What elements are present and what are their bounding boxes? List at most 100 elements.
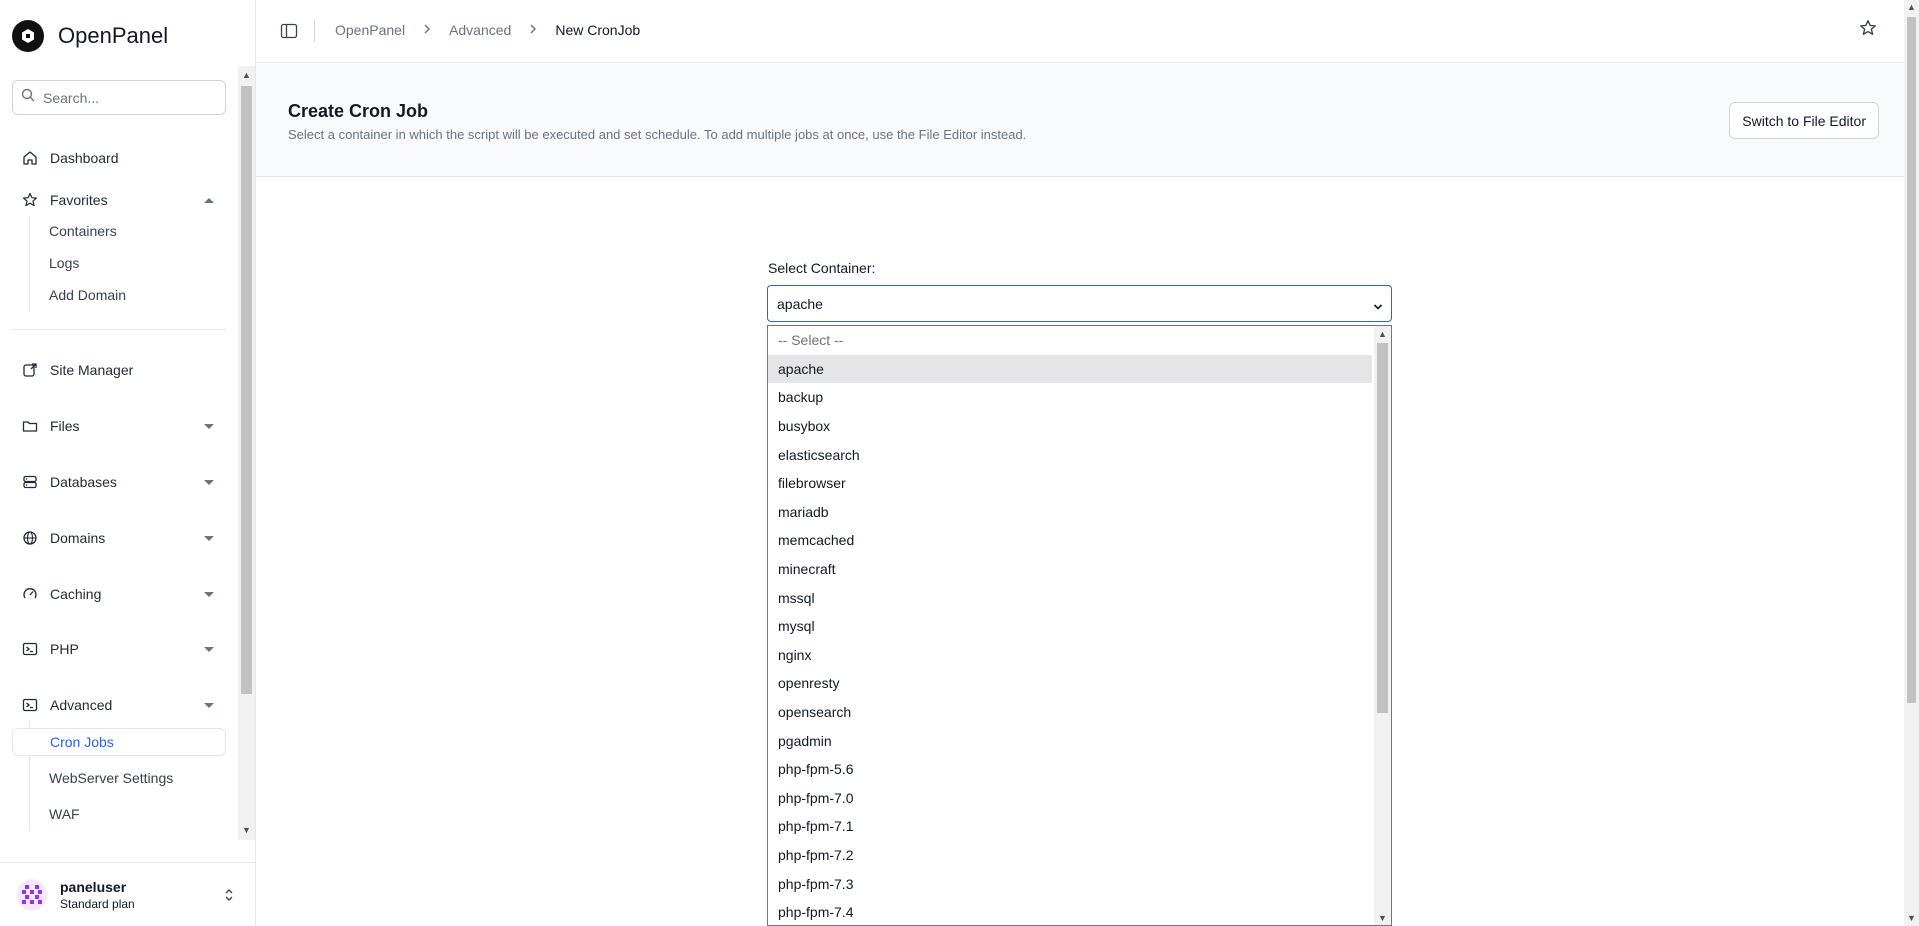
scroll-down-arrow-icon[interactable]: ▼ [242, 826, 251, 835]
chevron-up-icon [204, 197, 214, 203]
dropdown-scrollbar-thumb[interactable] [1377, 343, 1388, 713]
breadcrumb: OpenPanel Advanced New CronJob [335, 22, 640, 38]
scroll-up-arrow-icon[interactable]: ▲ [242, 71, 251, 80]
sidebar-scrollbar[interactable]: ▲ ▼ [238, 66, 255, 840]
dropdown-option[interactable]: busybox [768, 412, 1372, 441]
sidebar-item-label: PHP [50, 641, 79, 657]
dropdown-option[interactable]: pgadmin [768, 726, 1372, 755]
chevron-down-icon [204, 646, 214, 652]
site-manager-icon [20, 360, 40, 380]
sidebar-item-cron-jobs[interactable]: Cron Jobs [12, 728, 226, 756]
topbar: OpenPanel Advanced New CronJob [256, 0, 1904, 63]
sidebar-nav: Dashboard Favorites Containers Logs Add … [0, 134, 238, 840]
dropdown-option[interactable]: php-fpm-7.0 [768, 784, 1372, 813]
dropdown-scrollbar[interactable]: ▲ ▼ [1374, 326, 1391, 925]
page-header: Create Cron Job Select a container in wh… [256, 64, 1904, 177]
favorite-star-icon[interactable] [1859, 19, 1879, 39]
avatar [16, 878, 48, 911]
chevron-down-icon [204, 702, 214, 708]
search-field[interactable] [12, 80, 226, 115]
scroll-up-arrow-icon[interactable]: ▲ [1378, 329, 1387, 339]
scroll-down-arrow-icon[interactable]: ▼ [1378, 913, 1387, 923]
sidebar-item-add-domain[interactable]: Add Domain [37, 281, 226, 309]
switch-to-file-editor-button[interactable]: Switch to File Editor [1729, 102, 1879, 139]
page-scrollbar[interactable]: ▲ ▼ [1904, 0, 1919, 926]
sidebar-toggle-icon[interactable] [280, 22, 298, 40]
sidebar-item-caching[interactable]: Caching [12, 579, 226, 609]
sidebar-item-site-manager[interactable]: Site Manager [12, 355, 226, 385]
dropdown-option[interactable]: filebrowser [768, 469, 1372, 498]
submenu-line [29, 216, 30, 312]
sidebar-item-dashboard[interactable]: Dashboard [12, 143, 226, 173]
dropdown-option[interactable]: nginx [768, 641, 1372, 670]
breadcrumb-openpanel[interactable]: OpenPanel [335, 22, 405, 38]
star-icon [20, 190, 40, 210]
sidebar-item-label: Dashboard [50, 150, 119, 166]
dropdown-option[interactable]: minecraft [768, 555, 1372, 584]
database-icon [20, 472, 40, 492]
dropdown-option[interactable]: elasticsearch [768, 440, 1372, 469]
user-plan: Standard plan [60, 896, 135, 911]
chevron-up-down-icon[interactable] [223, 887, 235, 908]
sidebar-item-domains[interactable]: Domains [12, 523, 226, 553]
dropdown-options: -- Select -- apache backup busybox elasticse… [768, 326, 1372, 925]
dropdown-option[interactable]: php-fpm-5.6 [768, 755, 1372, 784]
dropdown-option[interactable]: mariadb [768, 498, 1372, 527]
folder-icon [20, 416, 40, 436]
sidebar-item-label: Databases [50, 474, 117, 490]
container-select[interactable]: apache [767, 285, 1392, 322]
sidebar-item-label: Advanced [50, 697, 113, 713]
terminal-icon [20, 639, 40, 659]
chevron-down-icon [204, 479, 214, 485]
gauge-icon [20, 584, 40, 604]
search-input[interactable] [43, 89, 213, 106]
chevron-right-icon [529, 22, 537, 38]
dropdown-option[interactable]: php-fpm-7.4 [768, 898, 1372, 925]
sidebar-divider [12, 329, 226, 330]
dropdown-option[interactable]: apache [768, 354, 1372, 384]
user-name: paneluser [60, 878, 127, 895]
topbar-divider [314, 20, 315, 42]
home-icon [20, 148, 40, 168]
chevron-down-icon [204, 423, 214, 429]
sidebar-item-label: Files [50, 418, 80, 434]
sidebar-item-files[interactable]: Files [12, 411, 226, 441]
sidebar-item-advanced[interactable]: Advanced [12, 690, 226, 720]
user-menu[interactable]: paneluser Standard plan [0, 862, 255, 926]
sidebar: OpenPanel Dashboard Favorites Containers… [0, 0, 256, 926]
dropdown-option[interactable]: php-fpm-7.1 [768, 812, 1372, 841]
dropdown-option[interactable]: backup [768, 383, 1372, 412]
sidebar-scrollbar-thumb[interactable] [241, 86, 252, 694]
brand[interactable]: OpenPanel [12, 16, 168, 56]
brand-name: OpenPanel [58, 23, 169, 48]
page-description: Select a container in which the script w… [288, 127, 1027, 142]
sidebar-item-databases[interactable]: Databases [12, 467, 226, 497]
sidebar-item-favorites[interactable]: Favorites [12, 185, 226, 215]
breadcrumb-current: New CronJob [555, 22, 641, 38]
sidebar-item-label: Site Manager [50, 362, 134, 378]
dropdown-option[interactable]: mssql [768, 583, 1372, 612]
dropdown-option[interactable]: php-fpm-7.2 [768, 841, 1372, 870]
chevron-down-icon [204, 591, 214, 597]
chevron-right-icon [423, 22, 431, 38]
dropdown-option[interactable]: mysql [768, 612, 1372, 641]
sidebar-item-label: Caching [50, 586, 102, 602]
sidebar-item-webserver-settings[interactable]: WebServer Settings [37, 764, 226, 792]
dropdown-option[interactable]: -- Select -- [768, 326, 1372, 355]
sidebar-item-php[interactable]: PHP [12, 634, 226, 664]
page-scrollbar-thumb[interactable] [1907, 17, 1916, 703]
dropdown-option[interactable]: opensearch [768, 698, 1372, 727]
dropdown-option[interactable]: memcached [768, 526, 1372, 555]
scroll-down-arrow-icon[interactable]: ▼ [1907, 914, 1916, 923]
sidebar-item-logs[interactable]: Logs [37, 249, 226, 277]
select-container-label: Select Container: [768, 260, 876, 276]
scroll-up-arrow-icon[interactable]: ▲ [1907, 3, 1916, 12]
globe-icon [20, 528, 40, 548]
sidebar-item-waf[interactable]: WAF [37, 800, 226, 828]
dropdown-option[interactable]: php-fpm-7.3 [768, 869, 1372, 898]
container-dropdown-list[interactable]: -- Select -- apache backup busybox elasticse… [767, 325, 1392, 926]
breadcrumb-advanced[interactable]: Advanced [449, 22, 511, 38]
sidebar-item-label: Domains [50, 530, 106, 546]
dropdown-option[interactable]: openresty [768, 669, 1372, 698]
sidebar-item-containers[interactable]: Containers [37, 217, 226, 245]
